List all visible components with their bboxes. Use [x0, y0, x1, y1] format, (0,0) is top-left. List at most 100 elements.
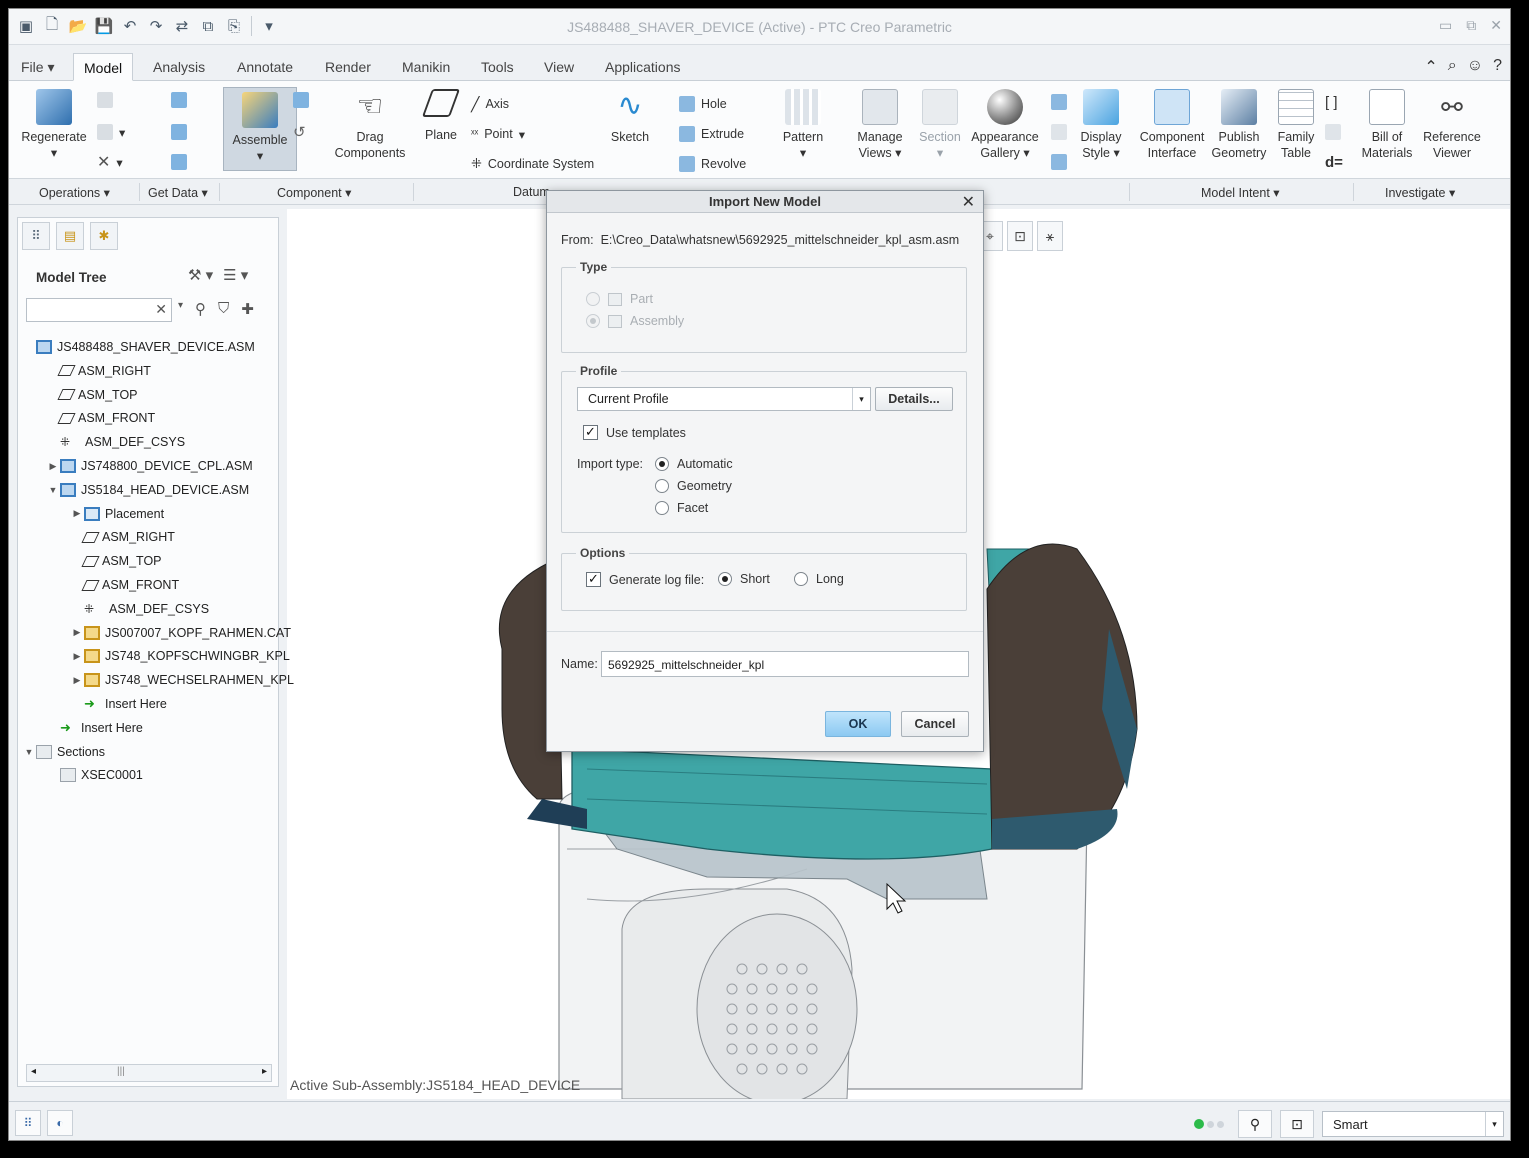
- tree-node[interactable]: ▶ JS748800_DEVICE_CPL.ASM: [46, 455, 253, 477]
- manage-views-button[interactable]: Manage Views ▾: [849, 89, 911, 161]
- plane-button[interactable]: Plane: [419, 89, 463, 143]
- collapse-ribbon-icon[interactable]: ⌃: [1424, 57, 1437, 77]
- folder-browser-tab-icon[interactable]: ▤: [56, 222, 84, 250]
- section-button[interactable]: Section ▾: [913, 89, 967, 161]
- point-button[interactable]: ˣˣ Point ▾: [471, 123, 525, 145]
- axis-button[interactable]: ╱ Axis: [471, 93, 509, 115]
- navigator-toggle-icon[interactable]: ⠿: [15, 1110, 41, 1136]
- group-model-intent[interactable]: Model Intent ▾: [1201, 185, 1280, 200]
- get-data-icon-3[interactable]: [171, 151, 187, 173]
- tree-node[interactable]: ➜ Insert Here: [70, 693, 167, 715]
- expand-toggle-icon[interactable]: ▼: [46, 485, 60, 495]
- hole-button[interactable]: Hole: [679, 93, 727, 115]
- filter-icon[interactable]: ⛉: [218, 300, 229, 318]
- tab-model[interactable]: Model: [73, 53, 134, 81]
- search-icon[interactable]: ⌕: [1448, 57, 1457, 77]
- cancel-button[interactable]: Cancel: [901, 711, 969, 737]
- sketch-button[interactable]: ∿ Sketch: [607, 89, 653, 145]
- expand-toggle-icon[interactable]: ▶: [70, 675, 84, 686]
- tree-node[interactable]: ASM_FRONT: [70, 574, 179, 596]
- horizontal-scrollbar[interactable]: ◂ ||| ▸: [26, 1064, 272, 1082]
- pattern-button[interactable]: Pattern ▾: [775, 89, 831, 161]
- tree-node[interactable]: ▼ Sections: [22, 741, 105, 763]
- bill-of-materials-button[interactable]: Bill of Materials: [1357, 89, 1417, 161]
- tree-settings-icon[interactable]: ⚒ ▾: [188, 266, 213, 284]
- expand-toggle-icon[interactable]: ▼: [22, 747, 36, 757]
- chevron-down-icon[interactable]: ▾: [1485, 1112, 1503, 1136]
- revolve-button[interactable]: Revolve: [679, 153, 746, 175]
- tree-node[interactable]: ASM_FRONT: [46, 407, 155, 429]
- parameters-icon[interactable]: [ ]: [1325, 91, 1338, 113]
- tab-tools[interactable]: Tools: [471, 53, 524, 81]
- group-component[interactable]: Component ▾: [277, 185, 351, 200]
- tab-render[interactable]: Render: [315, 53, 381, 81]
- selection-filter-select[interactable]: Smart ▾: [1322, 1111, 1504, 1137]
- switch-dimensions-icon[interactable]: [1325, 121, 1341, 143]
- group-operations[interactable]: Operations ▾: [39, 185, 110, 200]
- search-dropdown-icon[interactable]: ▾: [178, 300, 183, 318]
- community-icon[interactable]: ☺: [1467, 57, 1483, 77]
- display-icon-3[interactable]: [1051, 151, 1067, 173]
- extrude-button[interactable]: Extrude: [679, 123, 744, 145]
- help-icon[interactable]: ?: [1493, 57, 1502, 77]
- appearance-gallery-button[interactable]: Appearance Gallery ▾: [967, 89, 1043, 161]
- get-data-icon-1[interactable]: [171, 89, 187, 111]
- tree-node[interactable]: ▼ JS5184_HEAD_DEVICE.ASM: [46, 479, 249, 501]
- paste-icon[interactable]: ▾: [97, 121, 125, 143]
- close-icon[interactable]: ✕: [962, 192, 975, 212]
- repeat-icon[interactable]: ↺: [293, 121, 306, 143]
- group-datum[interactable]: Datum: [513, 185, 550, 199]
- publish-geometry-button[interactable]: Publish Geometry: [1207, 89, 1271, 161]
- scroll-thumb[interactable]: |||: [117, 1066, 125, 1077]
- tab-file[interactable]: File ▾: [11, 53, 64, 81]
- scroll-left-icon[interactable]: ◂: [31, 1066, 36, 1077]
- expand-toggle-icon[interactable]: ▶: [70, 627, 84, 638]
- use-templates-checkbox[interactable]: ✓ Use templates: [583, 425, 686, 440]
- tree-node[interactable]: JS488488_SHAVER_DEVICE.ASM: [22, 336, 255, 358]
- group-get-data[interactable]: Get Data ▾: [148, 185, 208, 200]
- drag-components-button[interactable]: ☜ Drag Components: [333, 89, 407, 161]
- get-data-icon-2[interactable]: [171, 121, 187, 143]
- name-input[interactable]: 5692925_mittelschneider_kpl: [601, 651, 969, 677]
- tree-node[interactable]: ➜ Insert Here: [46, 717, 143, 739]
- tab-manikin[interactable]: Manikin: [392, 53, 460, 81]
- minimize-icon[interactable]: ▭: [1439, 17, 1452, 34]
- group-investigate[interactable]: Investigate ▾: [1385, 185, 1455, 200]
- family-table-button[interactable]: Family Table: [1273, 89, 1319, 161]
- model-tree-tab-icon[interactable]: ⠿: [22, 222, 50, 250]
- display-icon-2[interactable]: [1051, 121, 1067, 143]
- tree-node[interactable]: ⁜ ASM_DEF_CSYS: [46, 431, 185, 453]
- generate-log-checkbox[interactable]: ✓ Generate log file:: [586, 572, 704, 587]
- selection-box-icon[interactable]: ⊡: [1280, 1110, 1314, 1138]
- tree-columns-icon[interactable]: ☰ ▾: [223, 266, 248, 284]
- tree-node[interactable]: ASM_RIGHT: [46, 360, 151, 382]
- assemble-button[interactable]: Assemble ▾: [223, 87, 297, 171]
- import-type-facet-radio[interactable]: Facet: [655, 501, 708, 515]
- tree-node[interactable]: ⁜ ASM_DEF_CSYS: [70, 598, 209, 620]
- tree-node[interactable]: ▶ Placement: [70, 503, 164, 525]
- log-short-radio[interactable]: Short: [718, 572, 770, 586]
- expand-toggle-icon[interactable]: ▶: [70, 651, 84, 662]
- favorites-tab-icon[interactable]: ✱: [90, 222, 118, 250]
- tree-node[interactable]: ASM_TOP: [70, 550, 162, 572]
- chevron-down-icon[interactable]: ▾: [852, 388, 870, 410]
- log-long-radio[interactable]: Long: [794, 572, 844, 586]
- scroll-right-icon[interactable]: ▸: [262, 1066, 267, 1077]
- component-interface-button[interactable]: Component Interface: [1137, 89, 1207, 161]
- display-style-button[interactable]: Display Style ▾: [1075, 89, 1127, 161]
- import-type-geometry-radio[interactable]: Geometry: [655, 479, 732, 493]
- find-binoculars-status-icon[interactable]: ⚲: [1238, 1110, 1272, 1138]
- tab-view[interactable]: View: [534, 53, 584, 81]
- create-component-icon[interactable]: [293, 89, 309, 111]
- expand-toggle-icon[interactable]: ▶: [46, 461, 60, 472]
- copy-icon[interactable]: [97, 89, 113, 111]
- expand-toggle-icon[interactable]: ▶: [70, 508, 84, 519]
- clear-search-icon[interactable]: ✕: [155, 301, 167, 318]
- tree-node[interactable]: XSEC0001: [46, 764, 143, 786]
- restore-icon[interactable]: ⧉: [1466, 17, 1476, 34]
- regenerate-button[interactable]: Regenerate ▾: [19, 89, 89, 161]
- tree-node[interactable]: ▶ JS748_KOPFSCHWINGBR_KPL: [70, 645, 290, 667]
- reference-viewer-button[interactable]: ⚯ Reference Viewer: [1417, 89, 1487, 161]
- browser-toggle-icon[interactable]: ◐: [47, 1110, 73, 1136]
- profile-select[interactable]: Current Profile ▾: [577, 387, 871, 411]
